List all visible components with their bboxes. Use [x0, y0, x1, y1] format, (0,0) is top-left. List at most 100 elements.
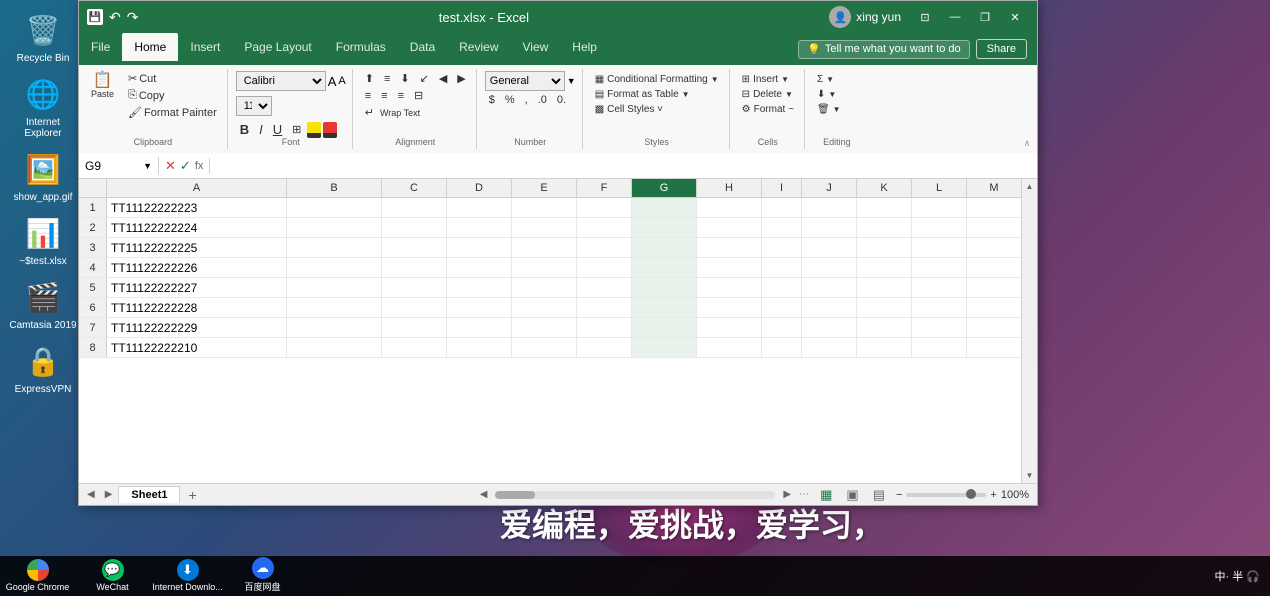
format-cells-button[interactable]: ⚙ Format ~ [738, 103, 798, 116]
grid-cell-a3[interactable]: TT11122222225 [107, 238, 287, 257]
col-header-g[interactable]: G [632, 179, 697, 197]
grid-cell-h2[interactable] [697, 218, 762, 237]
grid-cell-g2[interactable] [632, 218, 697, 237]
grid-cell-m6[interactable] [967, 298, 1022, 317]
grid-cell-m1[interactable] [967, 198, 1022, 217]
vertical-scrollbar[interactable]: ▲ ▼ [1021, 179, 1037, 483]
col-header-j[interactable]: J [802, 179, 857, 197]
grid-cell-m5[interactable] [967, 278, 1022, 297]
grid-cell-k7[interactable] [857, 318, 912, 337]
col-header-b[interactable]: B [287, 179, 382, 197]
grid-cell-b2[interactable] [287, 218, 382, 237]
grid-cell-i6[interactable] [762, 298, 802, 317]
decimal-increase-button[interactable]: .0 [534, 93, 551, 107]
grid-cell-h4[interactable] [697, 258, 762, 277]
grid-cell-a7[interactable]: TT11122222229 [107, 318, 287, 337]
fill-color-button[interactable] [307, 122, 321, 138]
grid-cell-c6[interactable] [382, 298, 447, 317]
font-grow-icon[interactable]: A [328, 74, 337, 89]
format-as-table-button[interactable]: ▤ Format as Table ▼ [591, 88, 723, 101]
grid-cell-a1[interactable]: TT11122222223 [107, 198, 287, 217]
page-break-view-button[interactable]: ▤ [870, 486, 888, 504]
align-bottom-button[interactable]: ⬇ [396, 71, 413, 86]
grid-cell-l1[interactable] [912, 198, 967, 217]
col-header-k[interactable]: K [857, 179, 912, 197]
desktop-icon-ie[interactable]: 🌐 Internet Explorer [8, 74, 78, 139]
grid-cell-j4[interactable] [802, 258, 857, 277]
grid-cell-i4[interactable] [762, 258, 802, 277]
grid-cell-e3[interactable] [512, 238, 577, 257]
zoom-out-button[interactable]: − [896, 489, 902, 501]
grid-cell-e2[interactable] [512, 218, 577, 237]
tell-me-input[interactable]: 💡 Tell me what you want to do [798, 40, 969, 59]
col-header-m[interactable]: M [967, 179, 1022, 197]
grid-cell-e7[interactable] [512, 318, 577, 337]
grid-cell-h8[interactable] [697, 338, 762, 357]
grid-cell-j3[interactable] [802, 238, 857, 257]
grid-cell-c8[interactable] [382, 338, 447, 357]
scroll-up-arrow[interactable]: ▲ [1023, 179, 1037, 194]
fill-button[interactable]: ⬇ ▼ [813, 88, 845, 101]
minimize-button[interactable]: — [941, 7, 969, 27]
taskbar-item-wechat[interactable]: 💬 WeChat [75, 556, 150, 596]
grid-cell-k6[interactable] [857, 298, 912, 317]
border-button[interactable]: ⊞ [288, 122, 305, 137]
grid-cell-f2[interactable] [577, 218, 632, 237]
taskbar-item-baidu[interactable]: ☁ 百度网盘 [225, 556, 300, 596]
cell-ref-arrow[interactable]: ▼ [143, 161, 152, 171]
grid-cell-i1[interactable] [762, 198, 802, 217]
col-header-i[interactable]: I [762, 179, 802, 197]
cell-styles-button[interactable]: ▩ Cell Styles ˅ [591, 103, 723, 116]
desktop-icon-expressvpn[interactable]: 🔒 ExpressVPN [8, 341, 78, 395]
tab-help[interactable]: Help [560, 33, 609, 61]
grid-cell-k3[interactable] [857, 238, 912, 257]
grid-cell-l3[interactable] [912, 238, 967, 257]
sheet-scroll-left[interactable]: ◀ [83, 487, 99, 502]
conditional-formatting-button[interactable]: ▦ Conditional Formatting ▼ [591, 73, 723, 86]
font-name-select[interactable]: Calibri [236, 71, 326, 91]
font-color-button[interactable] [323, 122, 337, 138]
taskbar-item-idm[interactable]: ⬇ Internet Downlo... [150, 556, 225, 596]
delete-cells-button[interactable]: ⊟ Delete ▼ [738, 88, 798, 101]
grid-cell-d7[interactable] [447, 318, 512, 337]
tab-home[interactable]: Home [122, 33, 178, 61]
grid-cell-b7[interactable] [287, 318, 382, 337]
formula-enter-icon[interactable]: ✓ [180, 158, 191, 174]
cut-button[interactable]: ✂ Cut [124, 71, 221, 86]
grid-cell-i5[interactable] [762, 278, 802, 297]
grid-cell-f6[interactable] [577, 298, 632, 317]
indent-decrease-button[interactable]: ◀ [435, 71, 451, 86]
col-header-h[interactable]: H [697, 179, 762, 197]
grid-cell-c2[interactable] [382, 218, 447, 237]
close-button[interactable]: ✕ [1001, 7, 1029, 27]
paste-button[interactable]: 📋 Paste [85, 71, 120, 101]
undo-button[interactable]: ↶ [109, 9, 121, 26]
grid-cell-c7[interactable] [382, 318, 447, 337]
restore-down-button[interactable]: ⊡ [911, 7, 939, 27]
scroll-right-arrow[interactable]: ▶ [783, 489, 791, 500]
maximize-button[interactable]: ❐ [971, 7, 999, 27]
grid-cell-j2[interactable] [802, 218, 857, 237]
grid-cell-b1[interactable] [287, 198, 382, 217]
grid-cell-l5[interactable] [912, 278, 967, 297]
align-right-button[interactable]: ≡ [394, 89, 408, 103]
grid-cell-c5[interactable] [382, 278, 447, 297]
grid-cell-b3[interactable] [287, 238, 382, 257]
grid-cell-c3[interactable] [382, 238, 447, 257]
grid-cell-i7[interactable] [762, 318, 802, 337]
normal-view-button[interactable]: ▦ [817, 486, 835, 504]
grid-cell-k4[interactable] [857, 258, 912, 277]
grid-cell-m4[interactable] [967, 258, 1022, 277]
bold-button[interactable]: B [236, 121, 253, 138]
copy-button[interactable]: ⎘ Copy [124, 88, 221, 103]
merge-center-button[interactable]: ⊟ [410, 88, 427, 103]
desktop-icon-stest[interactable]: 📊 ~$test.xlsx [8, 213, 78, 267]
scroll-down-arrow[interactable]: ▼ [1023, 468, 1037, 483]
percent-button[interactable]: % [501, 93, 519, 107]
grid-cell-f3[interactable] [577, 238, 632, 257]
grid-cell-k8[interactable] [857, 338, 912, 357]
grid-cell-e8[interactable] [512, 338, 577, 357]
col-header-c[interactable]: C [382, 179, 447, 197]
col-header-a[interactable]: A [107, 179, 287, 197]
grid-cell-a8[interactable]: TT11122222210 [107, 338, 287, 357]
